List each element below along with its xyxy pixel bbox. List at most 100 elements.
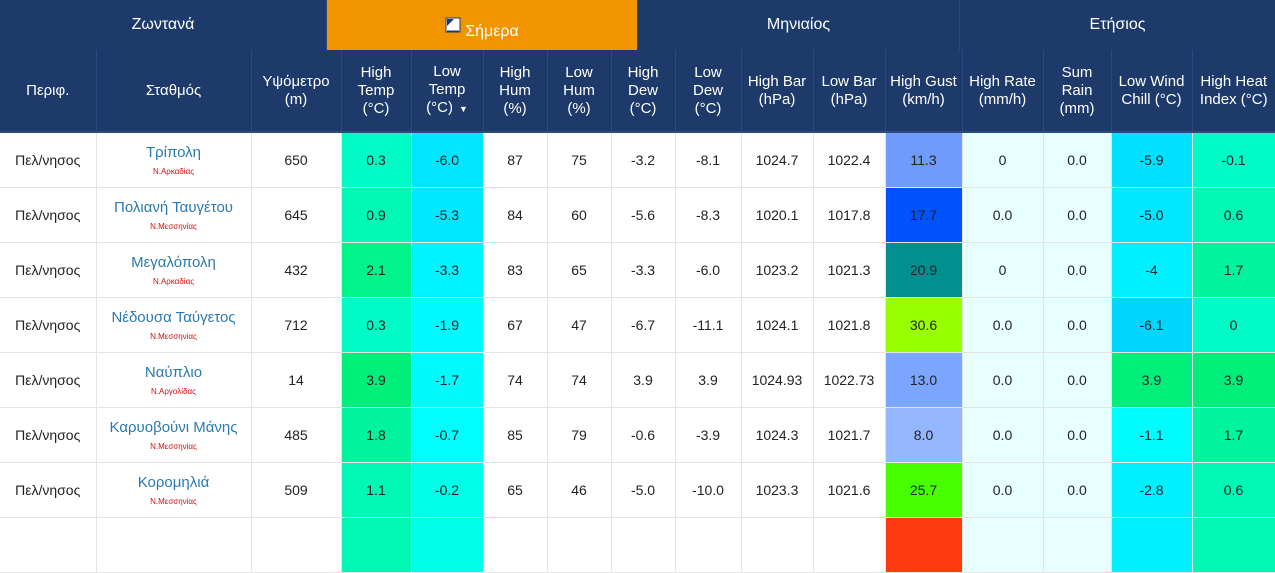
cell-sum-rain bbox=[1043, 517, 1112, 573]
col-header-low-bar[interactable]: Low Bar (hPa) bbox=[813, 50, 886, 132]
cell-high-dew: 3.9 bbox=[611, 352, 676, 408]
station-prefecture: Ν.Αρκαδίας bbox=[152, 167, 195, 176]
table-row: Πελ/νησος Τρίπολη Ν.Αρκαδίας 650 0.3 -6.0… bbox=[0, 132, 1275, 188]
cell-region bbox=[0, 517, 97, 573]
cell-high-heat-index: -0.1 bbox=[1192, 132, 1275, 188]
cell-altitude: 712 bbox=[251, 297, 342, 353]
cell-station: Μεγαλόπολη Ν.Αρκαδίας bbox=[96, 242, 252, 298]
cell-low-dew: 3.9 bbox=[675, 352, 742, 408]
cell-high-rate: 0 bbox=[962, 242, 1044, 298]
col-header-sum-rain[interactable]: Sum Rain (mm) bbox=[1043, 50, 1112, 132]
cell-sum-rain: 0.0 bbox=[1043, 407, 1112, 463]
tab-today[interactable]: Σήμερα bbox=[327, 0, 638, 50]
cell-high-hum: 84 bbox=[483, 187, 548, 243]
station-link[interactable]: Ναύπλιο bbox=[99, 364, 249, 381]
cell-low-bar: 1021.6 bbox=[813, 462, 886, 518]
col-header-high-heat-index[interactable]: High Heat Index (°C) bbox=[1192, 50, 1275, 132]
cell-low-dew: -8.1 bbox=[675, 132, 742, 188]
cell-altitude: 645 bbox=[251, 187, 342, 243]
cell-low-hum: 79 bbox=[547, 407, 612, 463]
cell-high-temp: 0.9 bbox=[341, 187, 412, 243]
cell-low-bar: 1021.3 bbox=[813, 242, 886, 298]
cell-low-temp bbox=[411, 517, 484, 573]
col-header-high-rate[interactable]: High Rate (mm/h) bbox=[962, 50, 1044, 132]
cell-high-gust bbox=[885, 517, 963, 573]
station-link[interactable]: Τρίπολη bbox=[99, 144, 249, 161]
col-header-high-hum[interactable]: High Hum (%) bbox=[483, 50, 548, 132]
cell-low-dew: -6.0 bbox=[675, 242, 742, 298]
cell-high-temp bbox=[341, 517, 412, 573]
cell-high-dew: -3.2 bbox=[611, 132, 676, 188]
cell-high-temp: 3.9 bbox=[341, 352, 412, 408]
col-header-low-temp[interactable]: Low Temp (°C) ▼ bbox=[411, 50, 484, 132]
cell-high-hum: 83 bbox=[483, 242, 548, 298]
cell-sum-rain: 0.0 bbox=[1043, 352, 1112, 408]
cell-region: Πελ/νησος bbox=[0, 407, 97, 463]
cell-high-rate: 0.0 bbox=[962, 297, 1044, 353]
station-link[interactable]: Νέδουσα Ταύγετος bbox=[99, 309, 249, 326]
cell-high-gust: 8.0 bbox=[885, 407, 963, 463]
cell-altitude: 485 bbox=[251, 407, 342, 463]
cell-region: Πελ/νησος bbox=[0, 297, 97, 353]
col-header-station[interactable]: Σταθμός bbox=[96, 50, 252, 132]
cell-high-temp: 0.3 bbox=[341, 297, 412, 353]
col-header-region[interactable]: Περιφ. bbox=[0, 50, 97, 132]
cell-high-dew: -6.7 bbox=[611, 297, 676, 353]
cell-high-temp: 2.1 bbox=[341, 242, 412, 298]
table-row: Πελ/νησος Κορομηλιά Ν.Μεσσηνίας 509 1.1 -… bbox=[0, 462, 1275, 518]
cell-high-bar: 1024.3 bbox=[741, 407, 814, 463]
table-row: Πελ/νησος Καρυοβούνι Μάνης Ν.Μεσσηνίας 48… bbox=[0, 407, 1275, 463]
cell-station bbox=[96, 517, 252, 573]
col-header-high-gust[interactable]: High Gust (km/h) bbox=[885, 50, 963, 132]
cell-high-bar: 1024.93 bbox=[741, 352, 814, 408]
cell-low-temp: -1.9 bbox=[411, 297, 484, 353]
cell-low-wind-chill: -5.0 bbox=[1111, 187, 1193, 243]
cell-low-temp: -0.2 bbox=[411, 462, 484, 518]
cell-sum-rain: 0.0 bbox=[1043, 462, 1112, 518]
cell-region: Πελ/νησος bbox=[0, 242, 97, 298]
tab-monthly[interactable]: Μηνιαίος bbox=[638, 0, 960, 50]
col-header-low-wind-chill[interactable]: Low Wind Chill (°C) bbox=[1111, 50, 1193, 132]
col-header-high-bar[interactable]: High Bar (hPa) bbox=[741, 50, 814, 132]
col-header-altitude[interactable]: Υψόμετρο (m) bbox=[251, 50, 342, 132]
cell-low-hum bbox=[547, 517, 612, 573]
cell-high-heat-index: 0 bbox=[1192, 297, 1275, 353]
cell-low-hum: 46 bbox=[547, 462, 612, 518]
cell-high-heat-index: 1.7 bbox=[1192, 407, 1275, 463]
cell-high-rate: 0 bbox=[962, 132, 1044, 188]
cell-high-heat-index: 0.6 bbox=[1192, 187, 1275, 243]
cell-region: Πελ/νησος bbox=[0, 187, 97, 243]
tab-yearly[interactable]: Ετήσιος bbox=[960, 0, 1275, 50]
cell-altitude: 432 bbox=[251, 242, 342, 298]
col-header-high-dew[interactable]: High Dew (°C) bbox=[611, 50, 676, 132]
col-header-high-temp[interactable]: High Temp (°C) bbox=[341, 50, 412, 132]
tab-live[interactable]: Ζωντανά bbox=[0, 0, 327, 50]
station-link[interactable]: Μεγαλόπολη bbox=[99, 254, 249, 271]
cell-high-dew: -5.0 bbox=[611, 462, 676, 518]
cell-low-dew: -3.9 bbox=[675, 407, 742, 463]
station-link[interactable]: Κορομηλιά bbox=[99, 474, 249, 491]
cell-low-bar: 1021.8 bbox=[813, 297, 886, 353]
cell-low-bar bbox=[813, 517, 886, 573]
station-link[interactable]: Πολιανή Ταυγέτου bbox=[99, 199, 249, 216]
cell-altitude: 650 bbox=[251, 132, 342, 188]
cell-high-gust: 30.6 bbox=[885, 297, 963, 353]
cell-altitude bbox=[251, 517, 342, 573]
cell-low-temp: -5.3 bbox=[411, 187, 484, 243]
cell-high-rate: 0.0 bbox=[962, 462, 1044, 518]
cell-low-bar: 1017.8 bbox=[813, 187, 886, 243]
calendar-icon bbox=[445, 17, 461, 33]
cell-high-heat-index: 0.6 bbox=[1192, 462, 1275, 518]
cell-station: Νέδουσα Ταύγετος Ν.Μεσσηνίας bbox=[96, 297, 252, 353]
col-header-low-dew[interactable]: Low Dew (°C) bbox=[675, 50, 742, 132]
cell-high-gust: 25.7 bbox=[885, 462, 963, 518]
station-link[interactable]: Καρυοβούνι Μάνης bbox=[99, 419, 249, 436]
table-row: Πελ/νησος Νέδουσα Ταύγετος Ν.Μεσσηνίας 71… bbox=[0, 297, 1275, 353]
cell-low-hum: 65 bbox=[547, 242, 612, 298]
cell-station: Τρίπολη Ν.Αρκαδίας bbox=[96, 132, 252, 188]
cell-region: Πελ/νησος bbox=[0, 352, 97, 408]
col-header-low-hum[interactable]: Low Hum (%) bbox=[547, 50, 612, 132]
cell-low-hum: 60 bbox=[547, 187, 612, 243]
table-row bbox=[0, 517, 1275, 573]
cell-high-gust: 13.0 bbox=[885, 352, 963, 408]
